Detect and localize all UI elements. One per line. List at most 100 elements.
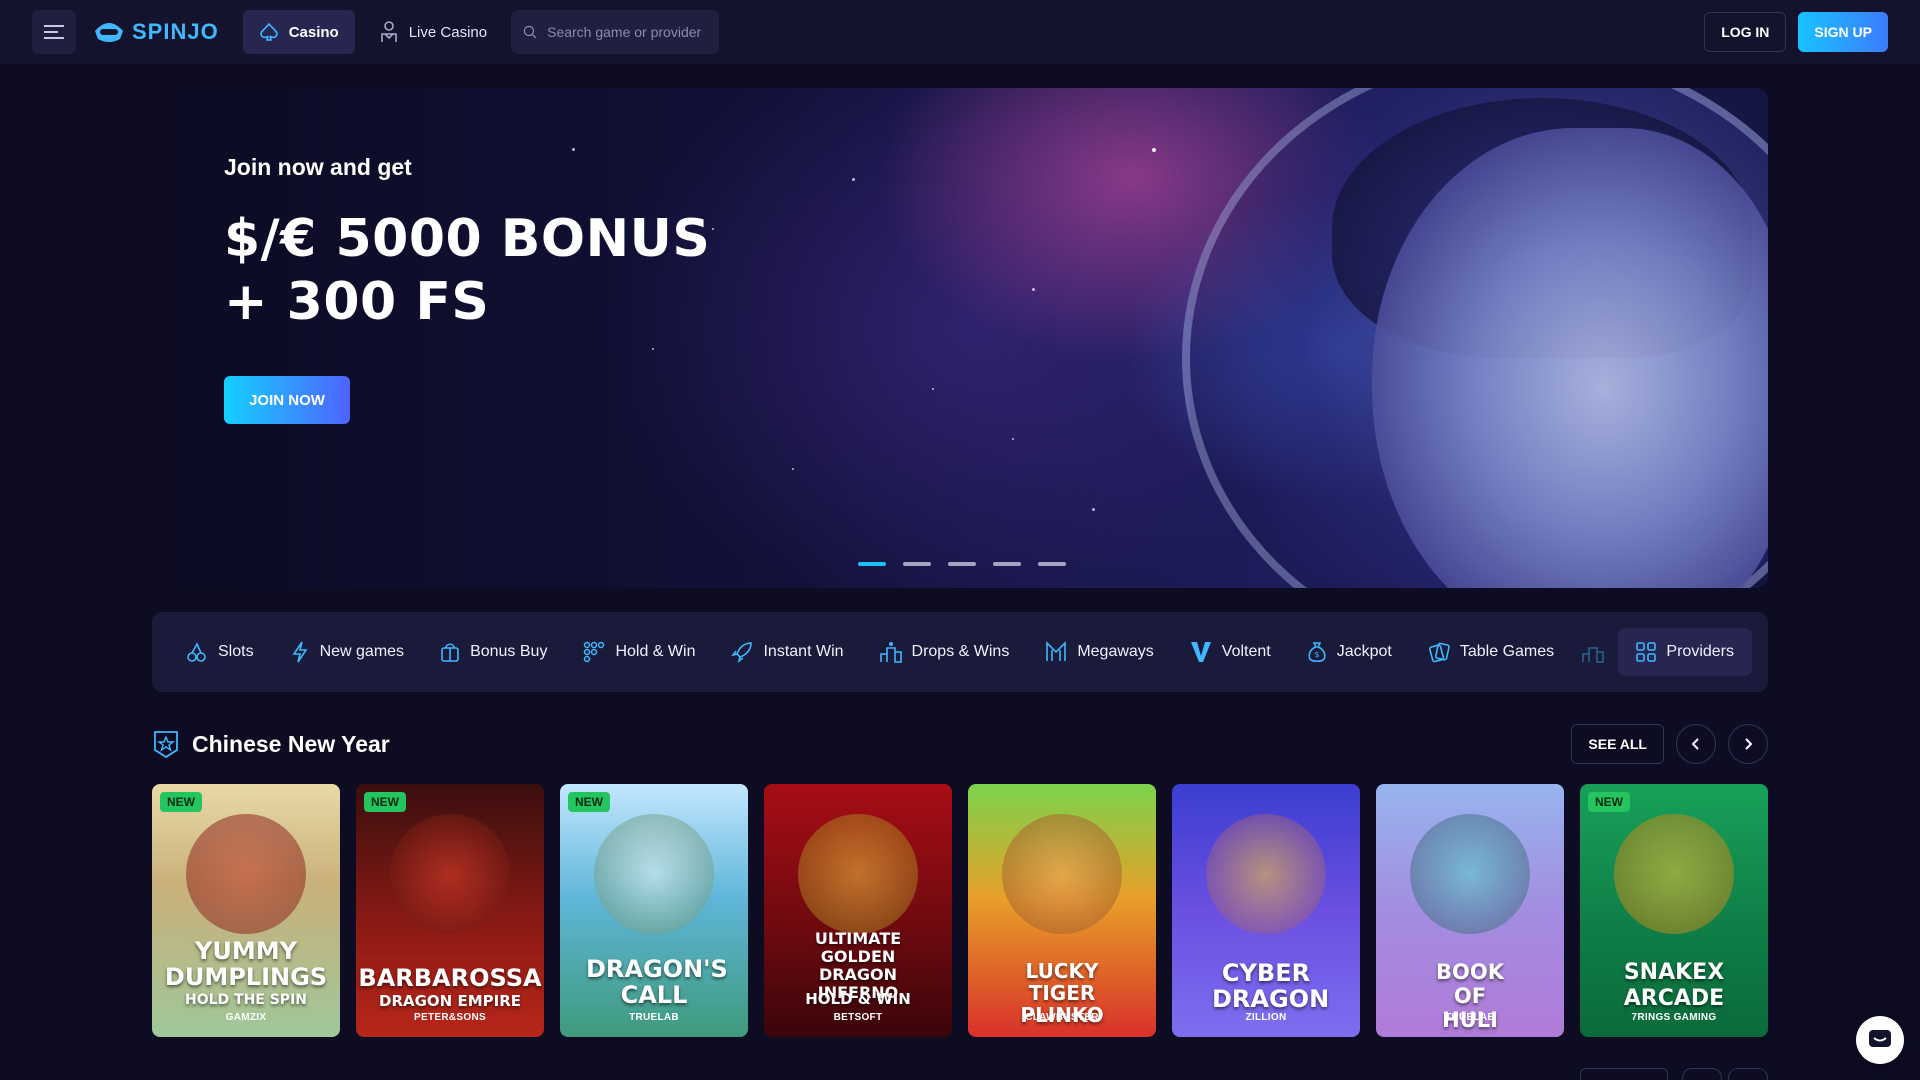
- category-label: Table Games: [1459, 643, 1555, 660]
- grid-dots-icon: [584, 641, 605, 663]
- category-bar: Slots New games Bonus Buy Hold & Win Ins…: [152, 612, 1768, 692]
- signup-button[interactable]: SIGN UP: [1798, 12, 1888, 52]
- category-jackpot[interactable]: $ Jackpot: [1289, 628, 1410, 676]
- game-card[interactable]: NEW YUMMY DUMPLINGS HOLD THE SPIN GAMZIX: [152, 784, 340, 1037]
- section-controls: SEE ALL: [1571, 724, 1768, 764]
- lightning-icon: [292, 641, 308, 663]
- category-label: Instant Win: [763, 643, 844, 660]
- banner-subtitle: Join now and get: [224, 154, 412, 180]
- section-title: Chinese New Year: [192, 730, 390, 757]
- category-bonus-buy[interactable]: Bonus Buy: [422, 628, 565, 676]
- game-card[interactable]: NEW SNAKEX ARCADE 7RINGS GAMING: [1580, 784, 1768, 1037]
- megaways-icon: [1046, 641, 1067, 661]
- new-badge: NEW: [568, 792, 610, 812]
- spade-icon: [259, 22, 278, 41]
- carousel-dot-1[interactable]: [858, 562, 886, 566]
- carousel-dot-5[interactable]: [1038, 562, 1066, 566]
- gift-bag-icon: [441, 643, 459, 662]
- game-card[interactable]: ULTIMATE GOLDEN DRAGON INFERNO HOLD & WI…: [764, 784, 952, 1037]
- next-section-next[interactable]: [1728, 1068, 1768, 1080]
- auth-buttons: LOG IN SIGN UP: [1704, 12, 1888, 52]
- category-new-games[interactable]: New games: [272, 628, 422, 676]
- game-art: [798, 814, 918, 934]
- dealer-icon: [380, 21, 397, 42]
- category-table-games[interactable]: Table Games: [1410, 628, 1572, 676]
- carousel-dot-4[interactable]: [993, 562, 1021, 566]
- game-art: [1410, 814, 1530, 934]
- tab-live-casino-label: Live Casino: [408, 23, 488, 41]
- podium-icon: [1582, 647, 1604, 663]
- game-card[interactable]: BOOK OF HULI TRUELAB: [1376, 784, 1564, 1037]
- logo-icon: [95, 23, 123, 42]
- category-label: Hold & Win: [615, 643, 696, 660]
- category-hold-win[interactable]: Hold & Win: [565, 628, 713, 676]
- podium-icon: [879, 642, 902, 663]
- category-label: Bonus Buy: [470, 643, 548, 660]
- svg-text:$: $: [1314, 650, 1319, 659]
- hamburger-menu-button[interactable]: [32, 10, 76, 54]
- new-badge: NEW: [1588, 792, 1630, 812]
- search-input[interactable]: [547, 24, 708, 40]
- category-instant-win[interactable]: Instant Win: [713, 628, 861, 676]
- game-art: [1206, 814, 1326, 934]
- tab-casino-label: Casino: [288, 23, 339, 41]
- search-icon: [523, 25, 537, 39]
- category-more[interactable]: [1572, 628, 1614, 676]
- category-voltent[interactable]: Voltent: [1172, 628, 1289, 676]
- category-label: Voltent: [1221, 643, 1271, 660]
- see-all-button[interactable]: SEE ALL: [1571, 724, 1664, 764]
- game-title: YUMMY DUMPLINGS: [164, 937, 328, 991]
- game-art: [1614, 814, 1734, 934]
- category-label: Jackpot: [1336, 643, 1392, 660]
- category-drops-wins[interactable]: Drops & Wins: [862, 628, 1028, 676]
- prev-arrow-button[interactable]: [1676, 724, 1716, 764]
- cards-icon: [1428, 642, 1450, 663]
- carousel-dots: [858, 562, 1066, 566]
- carousel-dot-2[interactable]: [903, 562, 931, 566]
- new-badge: NEW: [364, 792, 406, 812]
- voltent-v-icon: [1190, 642, 1211, 662]
- top-header: SPINJO Casino Live Casino LOG IN SIGN UP: [0, 0, 1920, 64]
- game-art: [594, 814, 714, 934]
- game-provider: TRUELAB: [629, 1012, 679, 1023]
- category-label: Providers: [1666, 643, 1734, 660]
- join-now-button[interactable]: JOIN NOW: [224, 376, 350, 424]
- game-provider: TRUELAB: [1445, 1012, 1495, 1023]
- logo-text: SPINJO: [132, 19, 219, 44]
- category-megaways[interactable]: Megaways: [1027, 628, 1171, 676]
- banner-title-line2: + 300 FS: [224, 272, 490, 332]
- game-title: SNAKEX ARCADE: [1623, 960, 1725, 1011]
- category-label: Slots: [218, 643, 254, 660]
- carousel-dot-3[interactable]: [948, 562, 976, 566]
- category-providers[interactable]: Providers: [1618, 628, 1752, 676]
- tab-casino[interactable]: Casino: [242, 10, 355, 54]
- star-badge-icon: [154, 731, 178, 759]
- game-art: [390, 814, 510, 934]
- game-card[interactable]: NEW BARBAROSSA DRAGON EMPIRE PETER&SONS: [356, 784, 544, 1037]
- game-provider: PETER&SONS: [414, 1012, 486, 1023]
- next-arrow-button[interactable]: [1728, 724, 1768, 764]
- chevron-right-icon: [1745, 738, 1753, 750]
- category-label: Megaways: [1077, 643, 1154, 660]
- game-provider: BETSOFT: [833, 1012, 883, 1023]
- search-box[interactable]: [511, 10, 720, 54]
- chat-support-button[interactable]: [1856, 1016, 1904, 1064]
- game-card[interactable]: NEW DRAGON'S CALL TRUELAB: [560, 784, 748, 1037]
- hero-banner[interactable]: Join now and get $/€ 5000 BONUS + 300 FS…: [152, 88, 1768, 588]
- rocket-icon: [731, 642, 753, 663]
- game-art: [186, 814, 306, 934]
- next-section-prev[interactable]: [1682, 1068, 1722, 1080]
- game-subtitle: HOLD & WIN: [805, 990, 911, 1008]
- game-provider: GAMZIX: [225, 1012, 267, 1023]
- game-card[interactable]: LUCKY TIGER PLINKO CLAWBUSTER: [968, 784, 1156, 1037]
- game-card[interactable]: CYBER DRAGON ZILLION: [1172, 784, 1360, 1037]
- tab-live-casino[interactable]: Live Casino: [363, 10, 503, 54]
- spinjo-logo[interactable]: SPINJO: [92, 19, 219, 45]
- category-slots[interactable]: Slots: [168, 628, 272, 676]
- login-button[interactable]: LOG IN: [1704, 12, 1787, 52]
- money-bag-icon: $: [1308, 642, 1326, 663]
- game-title: DRAGON'S CALL: [586, 955, 728, 1009]
- next-section-see-all[interactable]: [1580, 1068, 1668, 1080]
- game-subtitle: HOLD THE SPIN: [184, 992, 307, 1008]
- game-provider: ZILLION: [1245, 1012, 1287, 1023]
